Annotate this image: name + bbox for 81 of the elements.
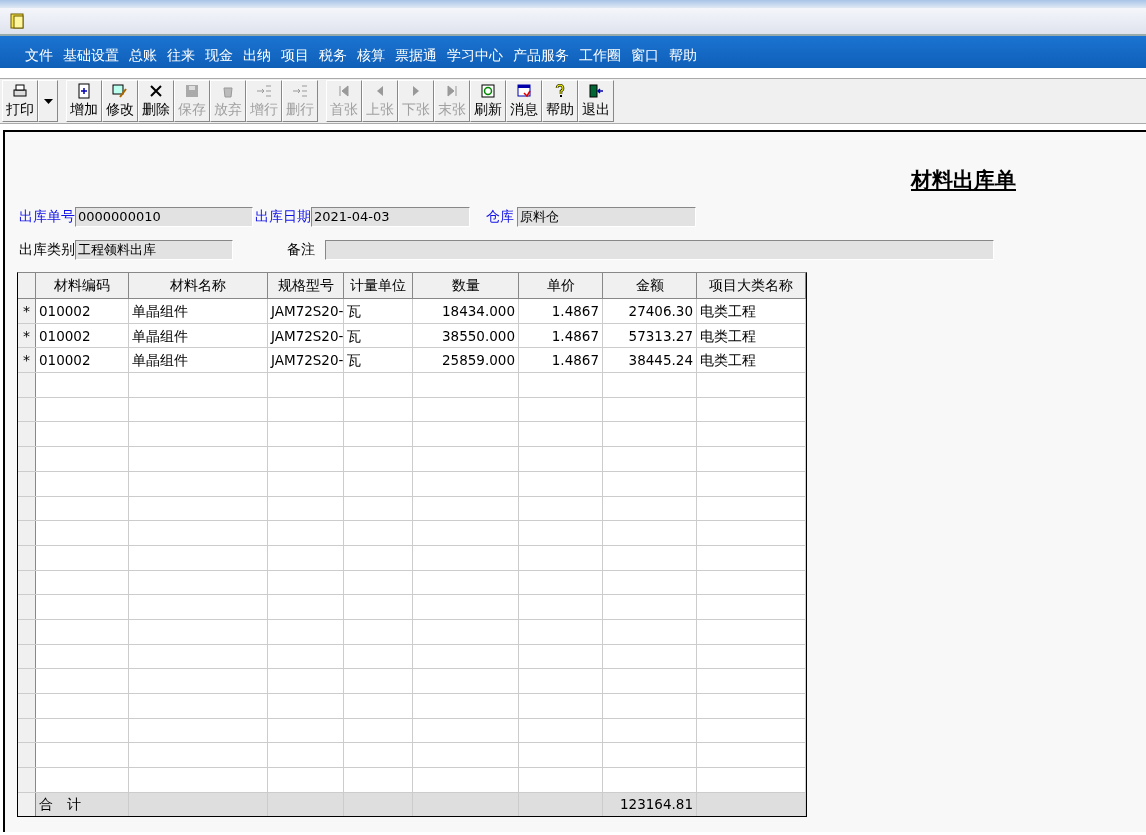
field-label: 仓库 [486,208,514,226]
table-cell: 38550.000 [413,323,519,348]
table-cell: JAM72S20- [268,348,344,373]
dropdown-button[interactable] [38,80,58,122]
table-cell: 单晶组件 [129,299,268,323]
input-field[interactable]: 工程领料出库 [75,240,233,260]
table-cell: 瓦 [344,348,413,373]
row-marker: * [18,323,36,348]
column-header[interactable]: 金额 [603,273,697,298]
edit-icon [112,83,128,99]
column-header[interactable]: 规格型号 [268,273,344,298]
menu-item[interactable]: 工作圈 [574,46,626,64]
toolbar-button[interactable]: 打印 [2,80,38,122]
table-cell: JAM72S20- [268,299,344,323]
column-header[interactable]: 材料编码 [36,273,129,298]
menu-item[interactable]: 税务 [314,46,352,64]
toolbar-button[interactable]: 删除 [138,80,174,122]
toolbar-button[interactable]: 消息 [506,80,542,122]
menu-item[interactable]: 产品服务 [508,46,574,64]
table-cell: 1.4867 [519,348,603,373]
first-icon [336,83,352,99]
row-marker: * [18,348,36,373]
table-cell: 57313.27 [603,323,697,348]
caret-icon [43,98,53,104]
column-header[interactable]: 单价 [519,273,603,298]
table-cell: 1.4867 [519,299,603,323]
menu-item[interactable]: 学习中心 [442,46,508,64]
row-marker: * [18,299,36,323]
print-icon [12,83,28,99]
menu-item[interactable]: 现金 [200,46,238,64]
toolbar-button[interactable]: 刷新 [470,80,506,122]
toolbar-button[interactable]: 增加 [66,80,102,122]
table-cell: 38445.24 [603,348,697,373]
table-cell: 25859.000 [413,348,519,373]
field-label: 出库单号 [19,208,75,226]
table-cell: 18434.000 [413,299,519,323]
table-cell: 瓦 [344,299,413,323]
menu-item[interactable]: 票据通 [390,46,442,64]
exit-icon [588,83,604,99]
menu-item[interactable]: 窗口 [626,46,664,64]
menu-item[interactable]: 项目 [276,46,314,64]
table-cell: 电类工程 [697,299,806,323]
column-header[interactable]: 计量单位 [344,273,413,298]
save-icon [184,83,200,99]
field-label: 出库类别 [19,241,75,259]
table-cell: 电类工程 [697,323,806,348]
table-cell: JAM72S20- [268,323,344,348]
last-icon [444,83,460,99]
table-cell: 010002 [36,323,129,348]
add-icon [76,83,92,99]
table-cell: 电类工程 [697,348,806,373]
toolbar-button[interactable]: 帮助 [542,80,578,122]
toolbar-button[interactable]: 退出 [578,80,614,122]
menu-item[interactable]: 帮助 [664,46,702,64]
table-cell: 单晶组件 [129,323,268,348]
menu-item[interactable]: 往来 [162,46,200,64]
menu-item[interactable]: 文件 [20,46,58,64]
input-field[interactable]: 2021-04-03 [311,207,470,227]
total-label: 合 计 [36,792,129,816]
delete-icon [148,83,164,99]
input-field[interactable]: 原料仓 [517,207,696,227]
input-field[interactable] [325,240,994,260]
menu-item[interactable]: 总账 [124,46,162,64]
input-field[interactable]: 0000000010 [75,207,253,227]
menu-item[interactable]: 出纳 [238,46,276,64]
menu-item[interactable]: 核算 [352,46,390,64]
table-cell: 1.4867 [519,323,603,348]
form-title: 材料出库单 [911,166,1016,194]
field-label: 出库日期 [255,208,311,226]
table-cell: 27406.30 [603,299,697,323]
field-label: 备注 [287,241,315,259]
menu-item[interactable]: 基础设置 [58,46,124,64]
table-cell: 010002 [36,299,129,323]
column-header[interactable]: 材料名称 [129,273,268,298]
table-cell: 010002 [36,348,129,373]
column-header[interactable]: 项目大类名称 [697,273,806,298]
column-header[interactable]: 数量 [413,273,519,298]
table-cell: 单晶组件 [129,348,268,373]
table-cell: 瓦 [344,323,413,348]
toolbar-button[interactable]: 修改 [102,80,138,122]
total-amount: 123164.81 [603,792,697,816]
